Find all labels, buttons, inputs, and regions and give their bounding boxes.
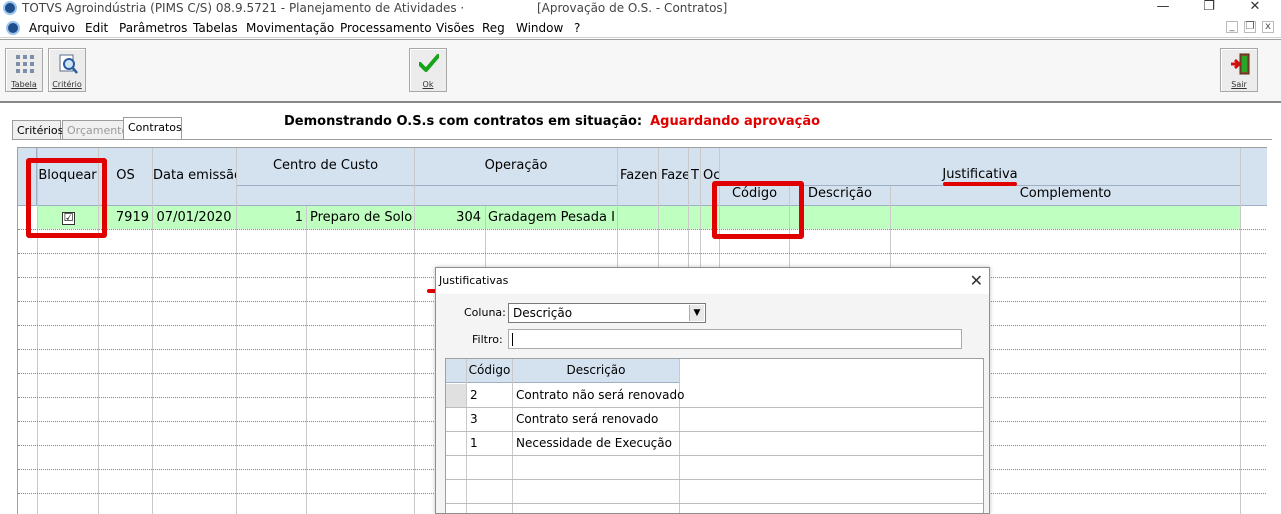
grid-col-line <box>414 148 415 514</box>
dialog-title: Justificativas <box>439 274 509 287</box>
header-descricao[interactable]: Descrição <box>790 186 891 206</box>
highlight-codigo <box>712 181 804 239</box>
situation-heading: Demonstrando O.S.s com contratos em situ… <box>284 114 820 129</box>
dialog-row-line <box>446 503 983 504</box>
tab-divider <box>12 139 1272 140</box>
menu-parametros[interactable]: Parâmetros <box>119 21 187 35</box>
justificativas-dialog: Justificativas ✕ Coluna: Descrição ▼ Fil… <box>435 267 990 514</box>
dialog-row-codigo[interactable]: 2 <box>470 388 478 402</box>
header-operacao[interactable]: Operação <box>415 148 618 186</box>
dialog-row-descricao[interactable]: Contrato será renovado <box>516 412 658 426</box>
header-complemento[interactable]: Complemento <box>891 186 1241 206</box>
header-os[interactable]: OS <box>99 148 153 206</box>
mdi-close-button[interactable]: x <box>1262 21 1274 33</box>
app-logo-icon <box>3 1 17 15</box>
filtro-label: Filtro: <box>472 333 503 346</box>
dialog-col-line <box>679 359 680 513</box>
checkmark-icon <box>419 54 439 72</box>
ok-button[interactable]: Ok <box>409 48 447 92</box>
tabela-button[interactable]: Tabela <box>5 48 43 92</box>
dialog-row-selector-header <box>446 359 467 383</box>
dialog-header-codigo[interactable]: Código <box>467 359 513 383</box>
dialog-header-descricao[interactable]: Descrição <box>513 359 680 383</box>
ok-label: Ok <box>422 80 434 89</box>
heading-status: Aguardando aprovação <box>650 114 821 129</box>
window-titlebar: TOTVS Agroindústria (PIMS C/S) 08.9.5721… <box>0 0 1281 18</box>
dialog-row-line <box>446 479 983 480</box>
text-caret <box>512 333 513 346</box>
cell-centro-codigo: 1 <box>294 210 303 225</box>
menu-bar: Arquivo Edit Parâmetros Tabelas Moviment… <box>0 18 1281 38</box>
grid-col-line <box>236 148 237 514</box>
table-grid-icon <box>16 55 34 73</box>
sair-label: Sair <box>1231 80 1247 89</box>
toolbar: Tabela Critério Ok Sair <box>0 39 1281 103</box>
dropdown-arrow-icon[interactable]: ▼ <box>689 305 704 321</box>
dialog-col-line <box>466 359 467 513</box>
dialog-row-codigo[interactable]: 1 <box>470 436 478 450</box>
menu-movimentacao[interactable]: Movimentação <box>246 21 334 35</box>
menu-window[interactable]: Window <box>516 21 563 35</box>
justificativas-grid[interactable]: Código Descrição 2 Contrato não será ren… <box>445 358 984 513</box>
underline-justificativa <box>943 182 1017 186</box>
cell-operacao-codigo: 304 <box>456 210 481 225</box>
document-title: [Aprovação de O.S. - Contratos] <box>537 1 728 15</box>
dialog-row-selector[interactable] <box>446 384 466 407</box>
header-centro-custo[interactable]: Centro de Custo <box>237 148 415 186</box>
menu-tabelas[interactable]: Tabelas <box>193 21 238 35</box>
dialog-row-line <box>446 407 983 408</box>
dialog-row-descricao[interactable]: Contrato não será renovado <box>516 388 684 402</box>
dialog-row-descricao[interactable]: Necessidade de Execução <box>516 436 672 450</box>
cell-operacao-descricao: Gradagem Pesada I <box>488 210 615 225</box>
criterio-label: Critério <box>52 80 82 89</box>
menu-processamento[interactable]: Processamento <box>340 21 432 35</box>
header-data-emissao[interactable]: Data emissão <box>153 148 237 206</box>
grid-col-line <box>152 148 153 514</box>
mdi-restore-button[interactable]: ❐ <box>1244 21 1256 33</box>
minimize-button[interactable]: — <box>1148 0 1178 18</box>
close-button[interactable]: ✕ <box>1240 0 1270 18</box>
cell-data-emissao: 07/01/2020 <box>156 210 232 225</box>
grid-row-line <box>18 253 1267 254</box>
mdi-minimize-button[interactable]: _ <box>1226 21 1238 33</box>
heading-text: Demonstrando O.S.s com contratos em situ… <box>284 114 643 129</box>
header-operacao-sub <box>415 186 618 206</box>
menu-help[interactable]: ? <box>574 21 580 35</box>
coluna-value: Descrição <box>513 306 573 320</box>
menu-visoes[interactable]: Visões <box>436 21 475 35</box>
header-centro-custo-sub <box>237 186 415 206</box>
filtro-input[interactable] <box>508 329 962 349</box>
grid-row-line <box>18 229 1267 230</box>
app-menu-icon[interactable] <box>6 21 20 35</box>
restore-button[interactable]: ❐ <box>1194 0 1224 18</box>
dialog-row-line <box>446 455 983 456</box>
dialog-row-line <box>446 431 983 432</box>
menu-reg[interactable]: Reg <box>482 21 505 35</box>
dialog-titlebar: Justificativas ✕ <box>436 268 989 294</box>
coluna-select[interactable]: Descrição ▼ <box>508 303 706 323</box>
menu-edit[interactable]: Edit <box>85 21 108 35</box>
window-title: TOTVS Agroindústria (PIMS C/S) 08.9.5721… <box>22 1 465 15</box>
header-faze[interactable]: Faze <box>659 148 689 206</box>
tab-contratos[interactable]: Contratos <box>123 117 182 139</box>
grid-col-line <box>1240 148 1241 514</box>
coluna-label: Coluna: <box>464 306 506 319</box>
exit-door-icon <box>1231 53 1250 75</box>
tab-orcamento[interactable]: Orçamento <box>62 120 128 139</box>
criterio-button[interactable]: Critério <box>48 48 86 92</box>
tabela-label: Tabela <box>11 80 37 89</box>
magnifier-icon <box>59 54 78 74</box>
sair-button[interactable]: Sair <box>1220 48 1258 92</box>
dialog-col-line <box>512 359 513 513</box>
tab-criterios[interactable]: Critérios <box>12 120 63 139</box>
cell-centro-descricao: Preparo de Solo <box>310 210 413 225</box>
header-fazenda[interactable]: Fazend <box>618 148 659 206</box>
dialog-row-codigo[interactable]: 3 <box>470 412 478 426</box>
highlight-bloquear <box>26 158 107 238</box>
header-filler <box>1241 148 1267 206</box>
dialog-close-button[interactable]: ✕ <box>970 271 983 290</box>
menu-arquivo[interactable]: Arquivo <box>29 21 75 35</box>
